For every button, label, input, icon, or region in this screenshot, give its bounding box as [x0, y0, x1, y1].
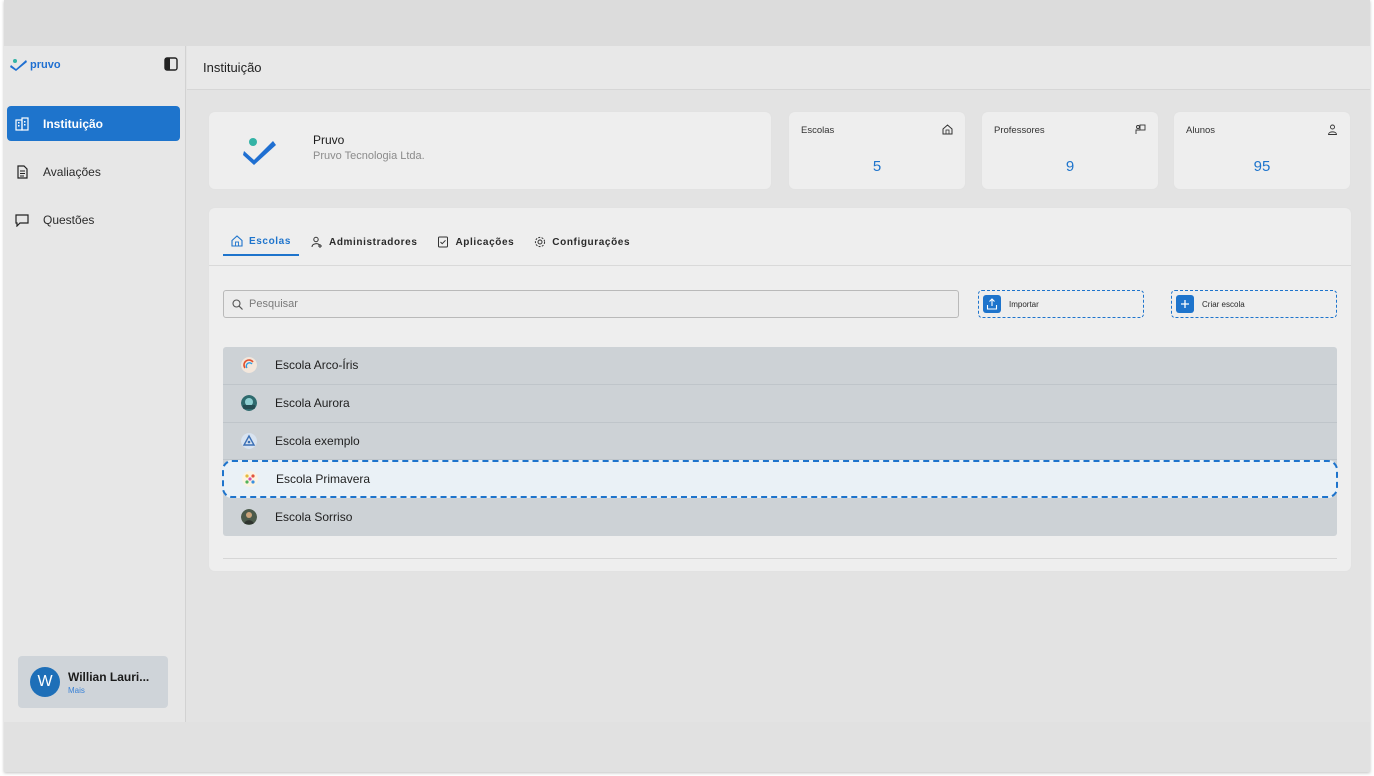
pruvo-logo-icon	[10, 59, 27, 71]
stat-value: 95	[1253, 158, 1271, 175]
user-name: Willian Lauri...	[68, 669, 150, 684]
home-icon	[231, 235, 243, 247]
sidebar: pruvo Instituição Avaliações Questões W …	[4, 46, 186, 722]
admin-icon	[311, 236, 323, 248]
school-name: Escola exemplo	[275, 433, 360, 448]
stat-card-escolas: Escolas 5	[789, 112, 965, 189]
search-icon	[232, 298, 243, 310]
stat-label: Professores	[994, 125, 1045, 136]
stat-value: 5	[872, 158, 882, 175]
tab-administradores[interactable]: Administradores	[303, 228, 425, 256]
person-icon	[1328, 124, 1337, 135]
stat-card-professores: Professores 9	[982, 112, 1158, 189]
gear-icon	[535, 236, 546, 248]
sidebar-nav: Instituição Avaliações Questões	[7, 106, 180, 250]
chat-icon	[15, 213, 29, 227]
document-icon	[17, 164, 28, 179]
create-school-button[interactable]: Criar escola	[1171, 290, 1337, 318]
stat-value: 9	[1065, 158, 1075, 175]
app-root: pruvo Instituição Avaliações Questões W …	[4, 46, 1370, 722]
list-item[interactable]: Escola Aurora	[223, 385, 1337, 423]
primavera-school-icon	[242, 471, 258, 488]
topbar: Instituição	[187, 46, 1370, 90]
tab-bar: Escolas Administradores Aplicações Confi…	[223, 228, 642, 256]
aurora-school-icon	[241, 395, 257, 412]
tab-label: Configurações	[552, 236, 631, 248]
school-name: Escola Sorriso	[275, 510, 353, 525]
list-item[interactable]: Escola Arco-Íris	[223, 347, 1337, 385]
schools-panel: Escolas Administradores Aplicações Confi…	[209, 208, 1351, 571]
list-item-selected[interactable]: Escola Primavera	[222, 460, 1338, 499]
rainbow-school-icon	[241, 357, 257, 374]
organization-name: Pruvo	[313, 133, 345, 147]
window-frame: pruvo Instituição Avaliações Questões W …	[4, 0, 1370, 772]
import-label: Importar	[1009, 299, 1039, 309]
school-name: Escola Primavera	[276, 472, 371, 487]
search-input[interactable]	[249, 298, 929, 310]
sorriso-school-icon	[241, 509, 257, 526]
logo-text: pruvo	[30, 59, 61, 71]
building-icon	[15, 116, 29, 131]
page-title: Instituição	[203, 60, 262, 75]
sidebar-item-label: Questões	[43, 212, 95, 227]
checklist-icon	[438, 236, 449, 248]
home-icon	[942, 124, 953, 135]
stat-label: Alunos	[1186, 125, 1216, 136]
tabs-divider	[209, 265, 1351, 266]
organization-company: Pruvo Tecnologia Ltda.	[313, 150, 425, 162]
tab-label: Escolas	[249, 235, 292, 247]
user-more-link[interactable]: Mais	[68, 686, 149, 695]
schools-list: Escola Arco-Íris Escola Aurora Escola ex…	[222, 347, 1338, 536]
upload-icon	[983, 295, 1001, 313]
sidebar-item-label: Instituição	[43, 116, 104, 131]
tab-label: Administradores	[329, 236, 418, 248]
stat-label: Escolas	[801, 125, 835, 136]
list-item[interactable]: Escola Sorriso	[223, 498, 1337, 536]
sidebar-item-questoes[interactable]: Questões	[7, 202, 180, 237]
school-name: Escola Aurora	[275, 396, 350, 411]
sidebar-collapse-icon[interactable]	[164, 57, 178, 71]
tab-escolas[interactable]: Escolas	[223, 228, 300, 256]
example-school-icon	[241, 432, 257, 449]
tab-configuracoes[interactable]: Configurações	[526, 228, 638, 256]
plus-icon	[1176, 295, 1194, 313]
sidebar-item-instituicao[interactable]: Instituição	[7, 106, 180, 141]
school-name: Escola Arco-Íris	[275, 358, 359, 373]
pruvo-org-logo-icon	[243, 138, 276, 165]
avatar: W	[30, 667, 60, 697]
teacher-icon	[1135, 124, 1146, 134]
user-card[interactable]: W Willian Lauri... Mais	[18, 656, 168, 708]
import-button[interactable]: Importar	[978, 290, 1144, 318]
search-field[interactable]	[223, 290, 959, 318]
tab-aplicacoes[interactable]: Aplicações	[429, 228, 522, 256]
sidebar-item-label: Avaliações	[43, 164, 101, 179]
stat-card-alunos: Alunos 95	[1174, 112, 1350, 189]
sidebar-item-avaliacoes[interactable]: Avaliações	[7, 154, 180, 189]
list-item[interactable]: Escola exemplo	[223, 423, 1337, 461]
organization-card: Pruvo Pruvo Tecnologia Ltda.	[209, 112, 771, 189]
tab-label: Aplicações	[455, 236, 515, 248]
create-school-label: Criar escola	[1202, 299, 1245, 309]
window-footer	[4, 722, 1370, 772]
pruvo-logo[interactable]: pruvo	[10, 58, 61, 72]
panel-divider	[223, 558, 1337, 559]
